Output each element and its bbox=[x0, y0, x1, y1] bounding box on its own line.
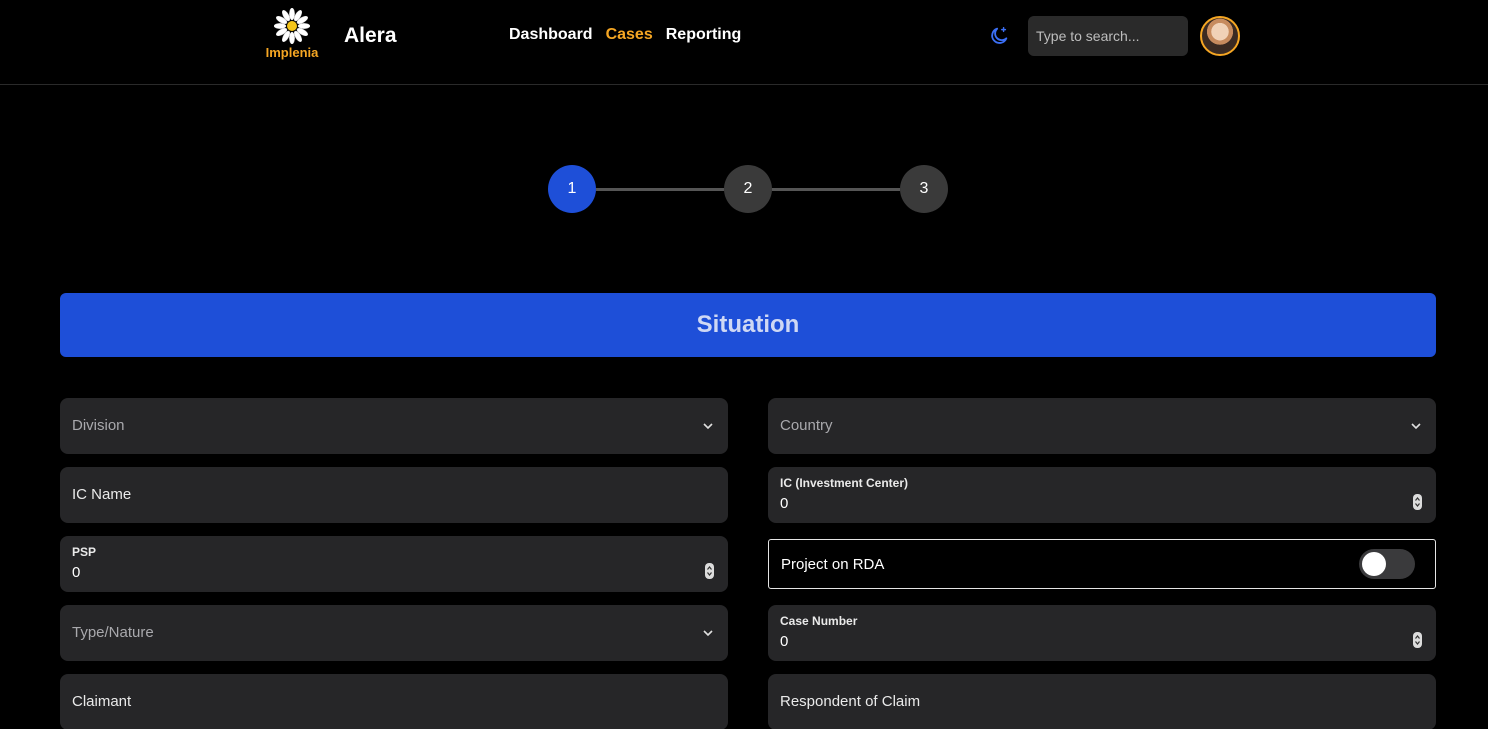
chevron-down-icon bbox=[703, 423, 713, 430]
section-banner: Situation bbox=[60, 293, 1436, 357]
psp-label: PSP bbox=[72, 545, 97, 559]
case-number-field[interactable]: Case Number 0 bbox=[768, 605, 1436, 661]
psp-value: 0 bbox=[72, 564, 81, 581]
division-select[interactable]: Division bbox=[60, 398, 728, 454]
psp-field[interactable]: PSP 0 bbox=[60, 536, 728, 592]
ic-name-label: IC Name bbox=[72, 486, 132, 503]
ic-investment-center-value: 0 bbox=[780, 495, 789, 512]
top-bar: Implenia Alera Dashboard Cases Reporting bbox=[0, 0, 1488, 85]
step-2[interactable]: 2 bbox=[724, 165, 772, 213]
chevron-down-icon bbox=[1411, 423, 1421, 430]
claimant-label: Claimant bbox=[72, 693, 132, 710]
ic-name-field[interactable]: IC Name bbox=[60, 467, 728, 523]
step-3[interactable]: 3 bbox=[900, 165, 948, 213]
brand-logo[interactable]: Implenia bbox=[262, 8, 322, 68]
nav-reporting[interactable]: Reporting bbox=[666, 26, 742, 44]
project-on-rda-toggle[interactable] bbox=[1359, 549, 1415, 579]
search-input[interactable] bbox=[1028, 16, 1188, 56]
step-connector bbox=[596, 188, 724, 191]
country-placeholder: Country bbox=[780, 417, 833, 434]
toggle-knob bbox=[1362, 552, 1386, 576]
logo-text: Implenia bbox=[265, 45, 319, 60]
project-on-rda-label: Project on RDA bbox=[781, 556, 885, 573]
step-1[interactable]: 1 bbox=[548, 165, 596, 213]
ic-investment-center-field[interactable]: IC (Investment Center) 0 bbox=[768, 467, 1436, 523]
type-nature-select[interactable]: Type/Nature bbox=[60, 605, 728, 661]
daisy-logo-icon bbox=[274, 8, 310, 44]
chevron-down-icon bbox=[703, 630, 713, 637]
ic-investment-center-label: IC (Investment Center) bbox=[780, 476, 909, 490]
number-stepper-icon[interactable] bbox=[1413, 494, 1422, 510]
avatar[interactable] bbox=[1200, 16, 1240, 56]
claimant-field[interactable]: Claimant bbox=[60, 674, 728, 729]
step-connector bbox=[772, 188, 900, 191]
main-nav: Dashboard Cases Reporting bbox=[509, 26, 741, 44]
section-title: Situation bbox=[696, 311, 800, 338]
stepper: 1 2 3 bbox=[548, 165, 948, 213]
country-select[interactable]: Country bbox=[768, 398, 1436, 454]
theme-toggle-button[interactable] bbox=[988, 25, 1010, 47]
respondent-of-claim-field[interactable]: Respondent of Claim bbox=[768, 674, 1436, 729]
number-stepper-icon[interactable] bbox=[1413, 632, 1422, 648]
case-number-label: Case Number bbox=[780, 614, 858, 628]
number-stepper-icon[interactable] bbox=[705, 563, 714, 579]
app-title: Alera bbox=[344, 24, 397, 47]
moon-icon bbox=[991, 27, 1008, 44]
type-nature-placeholder: Type/Nature bbox=[72, 624, 154, 641]
case-number-value: 0 bbox=[780, 633, 789, 650]
nav-cases[interactable]: Cases bbox=[606, 26, 653, 44]
nav-dashboard[interactable]: Dashboard bbox=[509, 26, 593, 44]
division-placeholder: Division bbox=[72, 417, 125, 434]
project-on-rda-field: Project on RDA bbox=[768, 539, 1436, 589]
respondent-of-claim-label: Respondent of Claim bbox=[780, 693, 921, 710]
